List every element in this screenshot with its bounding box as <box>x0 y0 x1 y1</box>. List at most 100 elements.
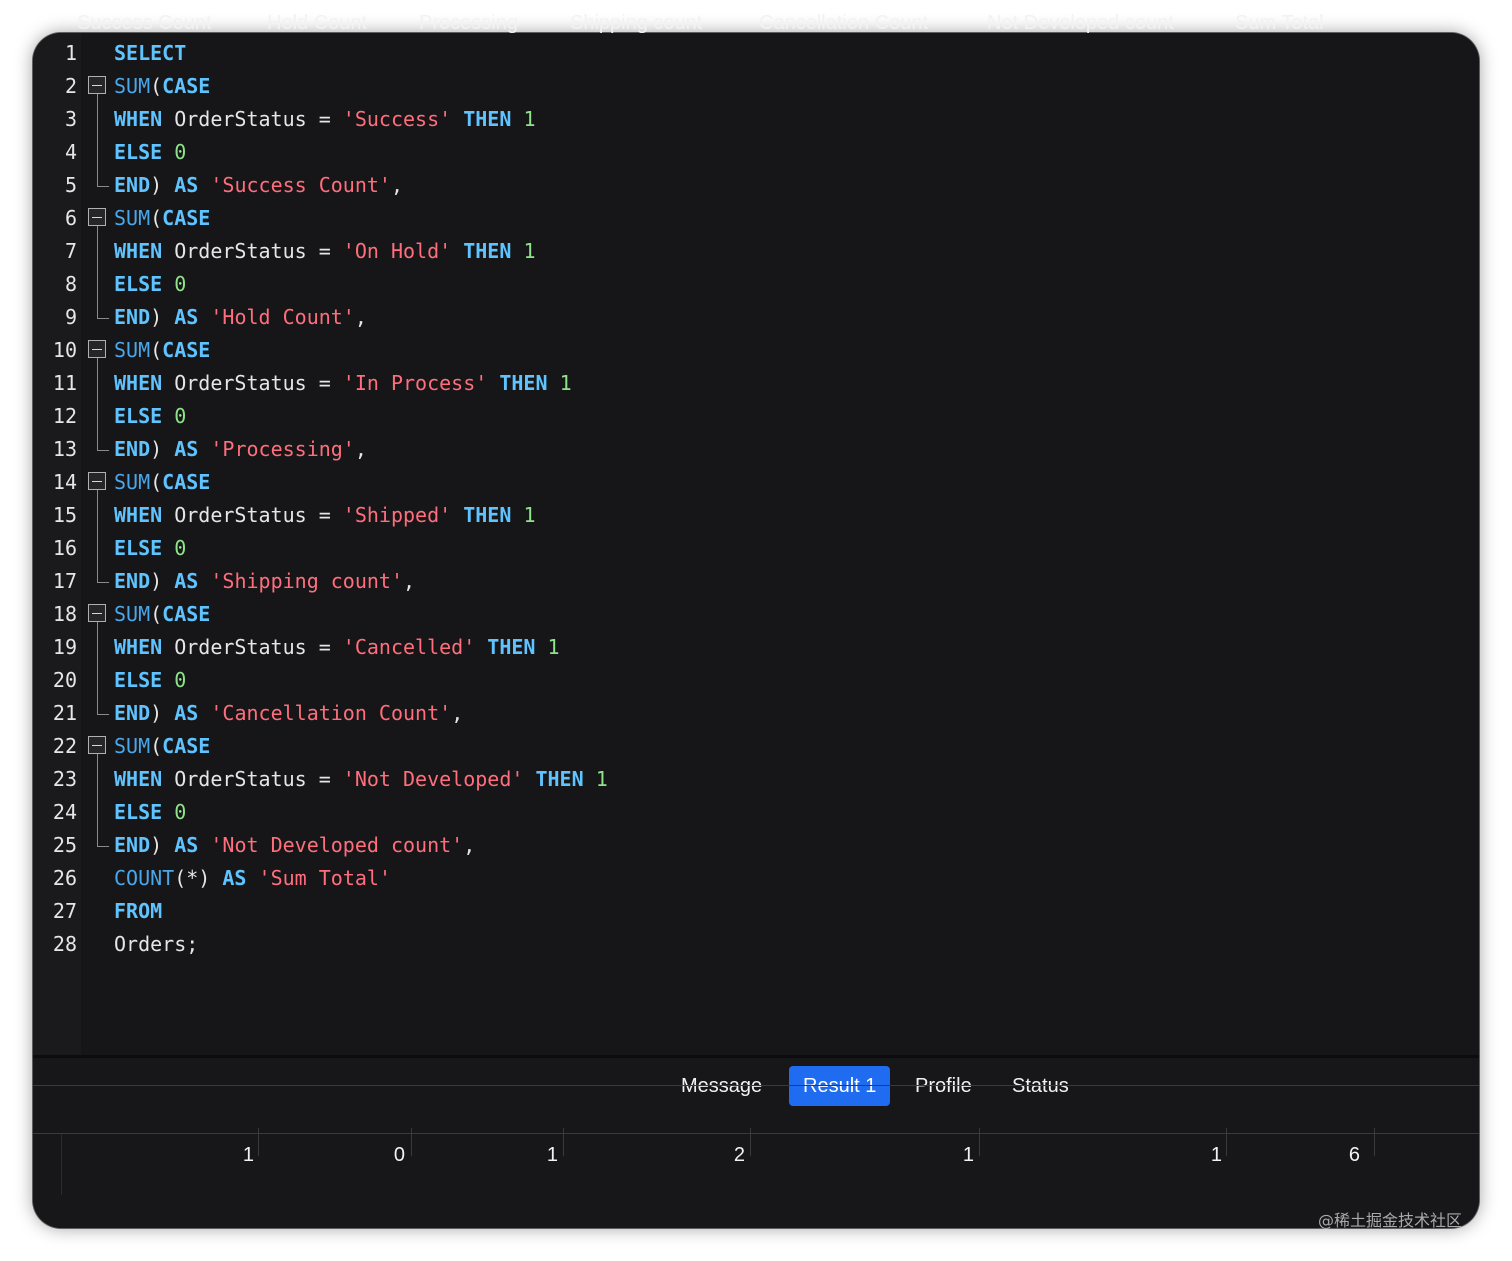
code-token: WHEN <box>114 767 163 791</box>
code-line[interactable]: 15 WHEN OrderStatus = 'Shipped' THEN 1 <box>33 499 1479 532</box>
fold-toggle-icon[interactable] <box>88 604 106 622</box>
cell-hold-count[interactable]: 0 <box>300 1140 405 1170</box>
cell-processing[interactable]: 1 <box>450 1140 558 1170</box>
fold-guide-line <box>97 622 98 714</box>
code-token: OrderStatus = <box>162 767 343 791</box>
code-line[interactable]: 18 SUM(CASE <box>33 598 1479 631</box>
column-header-shipping-count[interactable]: Shipping count <box>570 0 702 46</box>
code-line[interactable]: 14 SUM(CASE <box>33 466 1479 499</box>
code-token: ELSE <box>114 536 163 560</box>
code-text: END) AS 'Cancellation Count', <box>114 697 463 730</box>
line-number: 4 <box>64 140 77 164</box>
cell-sum-total[interactable]: 6 <box>1260 1140 1360 1170</box>
tabs-divider <box>33 1085 1479 1086</box>
code-text: ELSE 0 <box>114 796 186 829</box>
code-token: OrderStatus = <box>162 635 343 659</box>
code-line[interactable]: 4 ELSE 0 <box>33 136 1479 169</box>
code-line[interactable]: 8 ELSE 0 <box>33 268 1479 301</box>
line-number: 24 <box>52 800 77 824</box>
code-line[interactable]: 6 SUM(CASE <box>33 202 1479 235</box>
code-token: 1 <box>523 239 536 263</box>
column-header-success-count[interactable]: Success Count <box>77 0 212 46</box>
fold-toggle-icon[interactable] <box>88 208 106 226</box>
line-number: 7 <box>64 239 77 263</box>
cell-not-developed-count[interactable]: 1 <box>1120 1140 1222 1170</box>
cell-shipping-count[interactable]: 2 <box>640 1140 745 1170</box>
code-line[interactable]: 5 END) AS 'Success Count', <box>33 169 1479 202</box>
code-text: ELSE 0 <box>114 268 186 301</box>
code-token: CASE <box>162 206 211 230</box>
column-header-cancellation-count[interactable]: Cancellation Count <box>759 0 928 46</box>
code-line[interactable]: 26 COUNT(*) AS 'Sum Total' <box>33 862 1479 895</box>
code-token: ) <box>150 569 175 593</box>
cell-cancellation-count[interactable]: 1 <box>870 1140 974 1170</box>
tab-profile[interactable]: Profile <box>901 1066 986 1106</box>
code-token: , <box>390 173 404 197</box>
fold-toggle-icon[interactable] <box>88 472 106 490</box>
code-line[interactable]: 11 WHEN OrderStatus = 'In Process' THEN 1 <box>33 367 1479 400</box>
code-line[interactable]: 24 ELSE 0 <box>33 796 1479 829</box>
fold-toggle-icon[interactable] <box>88 340 106 358</box>
code-token: THEN <box>463 503 512 527</box>
fold-toggle-icon[interactable] <box>88 736 106 754</box>
code-token: , <box>451 701 464 725</box>
code-token: ) <box>150 833 175 857</box>
code-line[interactable]: 23 WHEN OrderStatus = 'Not Developed' THE… <box>33 763 1479 796</box>
fold-toggle-icon[interactable] <box>88 76 106 94</box>
code-text: COUNT(*) AS 'Sum Total' <box>114 862 391 895</box>
code-line[interactable]: 22 SUM(CASE <box>33 730 1479 763</box>
code-line[interactable]: 25 END) AS 'Not Developed count', <box>33 829 1479 862</box>
tab-message[interactable]: Message <box>667 1066 776 1106</box>
code-line[interactable]: 2 SUM(CASE <box>33 70 1479 103</box>
code-token: 0 <box>174 536 187 560</box>
code-token: AS <box>174 833 199 857</box>
line-number: 26 <box>52 866 77 890</box>
line-number: 20 <box>52 668 77 692</box>
sql-editor[interactable]: 1 SELECT 2 SUM(CASE 3 WHEN OrderStatus = 'Suc… <box>33 33 1479 1055</box>
code-token: CASE <box>162 734 211 758</box>
code-text: SUM(CASE <box>114 202 210 235</box>
line-number: 27 <box>52 899 77 923</box>
tab-status[interactable]: Status <box>998 1066 1083 1106</box>
column-header-not-developed-count[interactable]: Not Developed count <box>987 0 1174 46</box>
code-token: AS <box>222 866 247 890</box>
code-token: , <box>403 569 416 593</box>
line-number: 14 <box>52 470 77 494</box>
code-token: 0 <box>174 404 187 428</box>
code-token: OrderStatus = <box>162 503 343 527</box>
code-line[interactable]: 21 END) AS 'Cancellation Count', <box>33 697 1479 730</box>
code-token: SUM <box>114 470 151 494</box>
code-line[interactable]: 10 SUM(CASE <box>33 334 1479 367</box>
code-text: ELSE 0 <box>114 400 186 433</box>
code-line[interactable]: 20 ELSE 0 <box>33 664 1479 697</box>
code-line[interactable]: 27 FROM <box>33 895 1479 928</box>
line-number: 8 <box>64 272 77 296</box>
code-line[interactable]: 9 END) AS 'Hold Count', <box>33 301 1479 334</box>
line-number: 21 <box>52 701 77 725</box>
code-line[interactable]: 3 WHEN OrderStatus = 'Success' THEN 1 <box>33 103 1479 136</box>
column-header-sum-total[interactable]: Sum Total <box>1235 0 1324 46</box>
code-token: SUM <box>114 734 151 758</box>
tab-result-1[interactable]: Result 1 <box>789 1066 891 1106</box>
row-indicator[interactable] <box>61 1134 62 1195</box>
column-header-processing[interactable]: Processing <box>419 0 518 46</box>
code-line[interactable]: 17 END) AS 'Shipping count', <box>33 565 1479 598</box>
column-header-hold-count[interactable]: Hold Count <box>267 0 367 46</box>
code-line[interactable]: 19 WHEN OrderStatus = 'Cancelled' THEN 1 <box>33 631 1479 664</box>
code-line[interactable]: 13 END) AS 'Processing', <box>33 433 1479 466</box>
code-token: ( <box>150 206 163 230</box>
code-line[interactable]: 16 ELSE 0 <box>33 532 1479 565</box>
code-text: ELSE 0 <box>114 136 186 169</box>
line-number: 11 <box>52 371 77 395</box>
cell-success-count[interactable]: 1 <box>150 1140 254 1170</box>
code-line[interactable]: 7 WHEN OrderStatus = 'On Hold' THEN 1 <box>33 235 1479 268</box>
code-line[interactable]: 12 ELSE 0 <box>33 400 1479 433</box>
code-line[interactable]: 28 Orders; <box>33 928 1479 961</box>
